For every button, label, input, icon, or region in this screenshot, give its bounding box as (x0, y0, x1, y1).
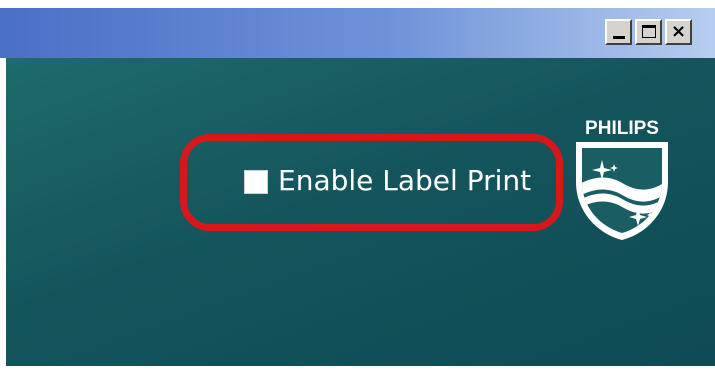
maximize-button[interactable] (635, 19, 662, 45)
philips-logo-text: PHILIPS (585, 118, 659, 139)
enable-label-print-checkbox[interactable] (244, 170, 268, 194)
philips-logo: PHILIPS (576, 118, 668, 240)
window-top-border (0, 0, 715, 8)
close-icon: × (670, 21, 687, 42)
minimize-icon (613, 36, 625, 39)
minimize-button[interactable] (605, 19, 632, 45)
window-bottom-border (0, 366, 715, 378)
close-button[interactable]: × (665, 19, 692, 45)
maximize-icon (642, 25, 656, 38)
enable-label-print-label[interactable]: Enable Label Print (278, 163, 531, 199)
